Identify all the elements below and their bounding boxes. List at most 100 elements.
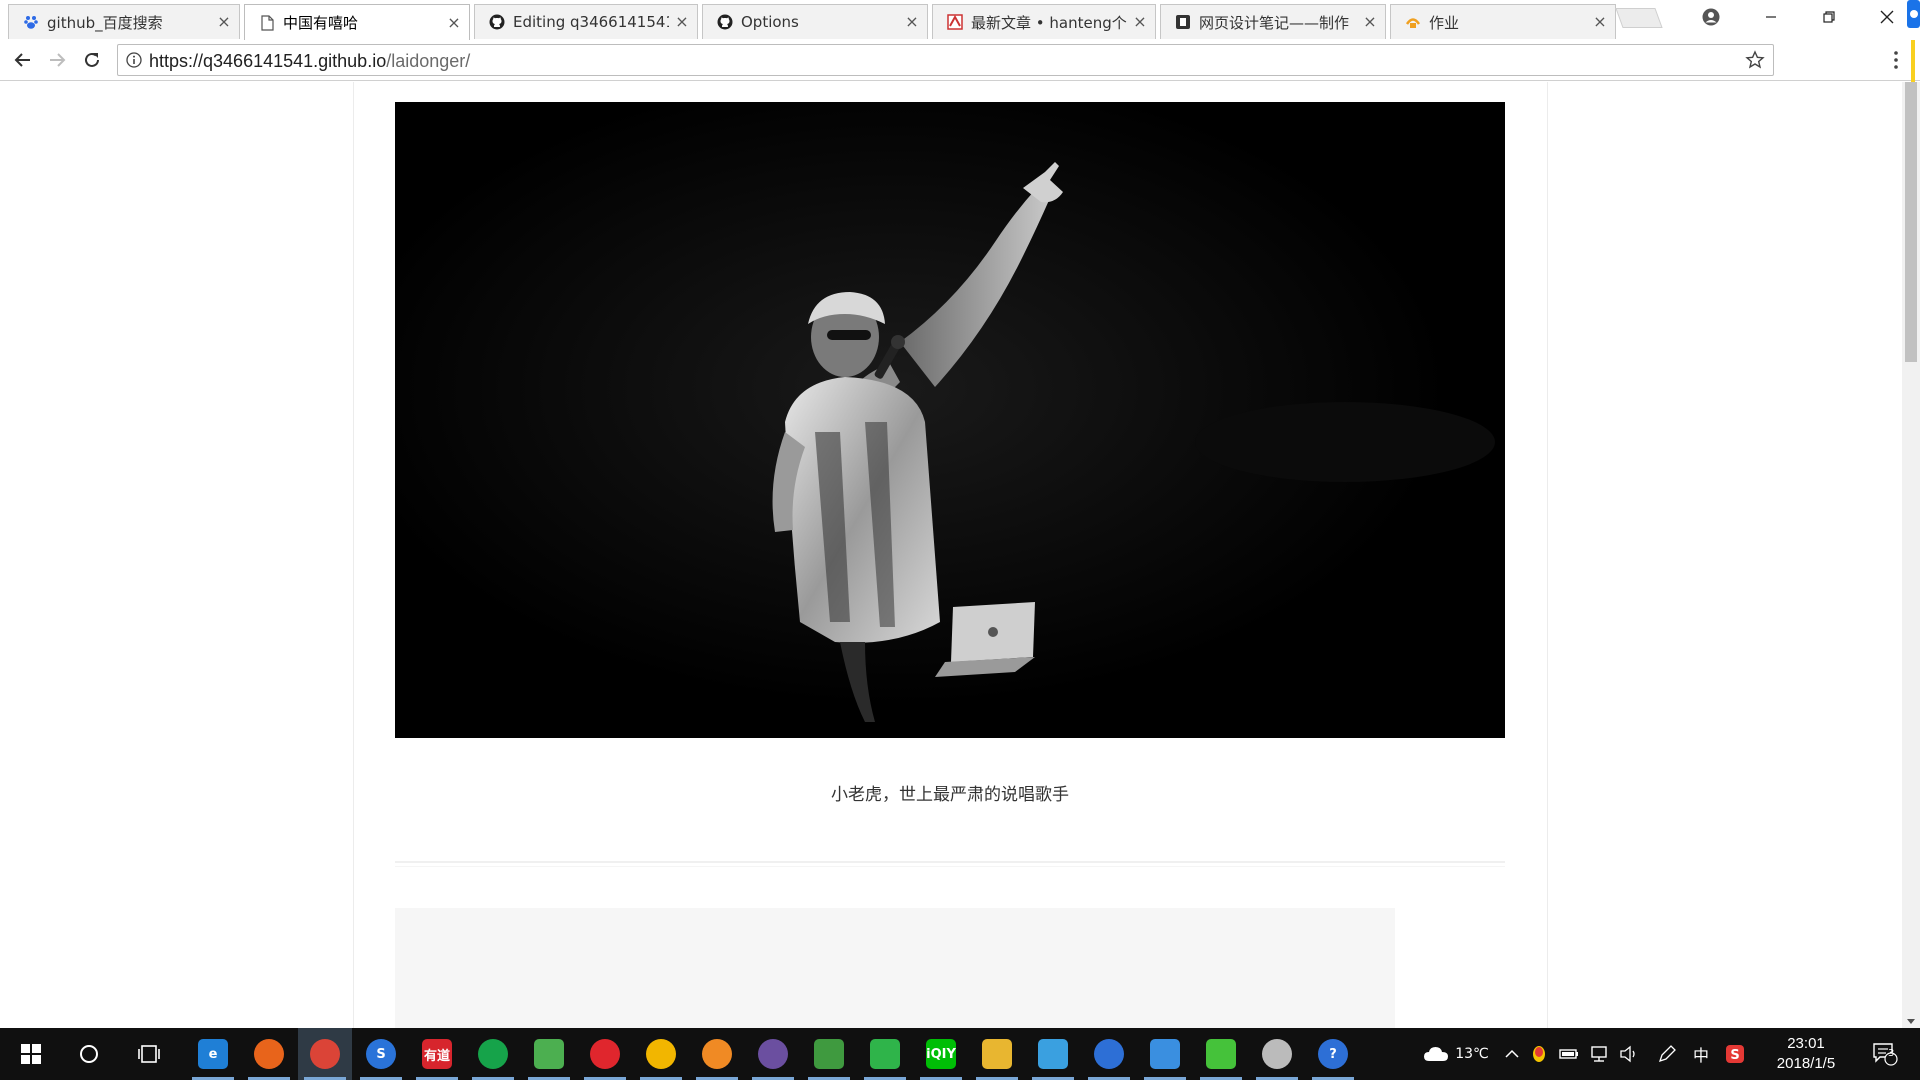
close-icon[interactable]: ×	[1133, 14, 1147, 30]
taskbar-app-360-safe[interactable]	[466, 1028, 520, 1080]
show-hidden-icons-button[interactable]	[1500, 1028, 1524, 1080]
tab-title: github_百度搜索	[47, 13, 163, 32]
system-clock[interactable]: 23:01 2018/1/5	[1762, 1034, 1850, 1074]
taskbar-app-notepad-green[interactable]	[802, 1028, 856, 1080]
netease-music-icon	[590, 1039, 620, 1069]
qq-penguin-icon	[1533, 1046, 1545, 1062]
taskbar-app-sogou-input[interactable]	[1082, 1028, 1136, 1080]
network-tray-button[interactable]	[1586, 1028, 1612, 1080]
close-icon[interactable]: ×	[1363, 14, 1377, 30]
edge-icon: e	[198, 1039, 228, 1069]
taskbar-app-github-desktop[interactable]	[746, 1028, 800, 1080]
pen-icon	[1658, 1045, 1676, 1063]
notification-count: 3	[1888, 1048, 1895, 1059]
action-center-button[interactable]: 3	[1860, 1028, 1910, 1080]
weather-widget[interactable]: 13℃	[1420, 1028, 1492, 1080]
tab-china-hiphop[interactable]: 中国有嘻哈 ×	[244, 4, 470, 40]
tab-hanteng-articles[interactable]: 最新文章 • hanteng个 ×	[932, 4, 1156, 39]
taskbar-app-map[interactable]	[522, 1028, 576, 1080]
weather-temperature: 13℃	[1455, 1046, 1489, 1062]
github-icon	[758, 1039, 788, 1069]
restore-button[interactable]	[1806, 0, 1852, 34]
sogou-ime-tray-button[interactable]: S	[1722, 1028, 1748, 1080]
taskbar-app-firefox[interactable]	[242, 1028, 296, 1080]
svg-text:S: S	[1730, 1048, 1739, 1063]
baidu-paw-icon	[23, 14, 39, 30]
taskbar-app-file-explorer[interactable]	[970, 1028, 1024, 1080]
info-icon[interactable]	[126, 52, 142, 68]
tab-webdesign-notes[interactable]: 网页设计笔记——制作 ×	[1160, 4, 1386, 39]
minimize-button[interactable]	[1748, 0, 1794, 34]
firefox-icon	[254, 1039, 284, 1069]
taskbar-app-wechat[interactable]	[1194, 1028, 1248, 1080]
tab-editing-github[interactable]: Editing q3466141541 ×	[474, 4, 698, 39]
search-button[interactable]	[62, 1028, 116, 1080]
close-icon[interactable]: ×	[905, 14, 919, 30]
taskbar-app-baidu-netdisk[interactable]	[1138, 1028, 1192, 1080]
taskbar-app-kugou[interactable]	[634, 1028, 688, 1080]
taskbar-app-snowflake-app[interactable]	[1026, 1028, 1080, 1080]
start-button[interactable]	[4, 1028, 58, 1080]
profile-button[interactable]	[1688, 0, 1734, 34]
close-icon[interactable]: ×	[447, 14, 461, 30]
new-tab-button[interactable]	[1615, 8, 1663, 28]
tab-homework[interactable]: 作业 ×	[1390, 4, 1616, 39]
bookmark-star-icon[interactable]	[1745, 50, 1765, 70]
reload-button[interactable]	[77, 45, 107, 75]
tab-baidu-search[interactable]: github_百度搜索 ×	[8, 4, 240, 39]
vertical-scrollbar[interactable]	[1902, 82, 1920, 1028]
taskbar-app-globe-app[interactable]	[1250, 1028, 1304, 1080]
taskbar-app-youdao[interactable]: 有道	[410, 1028, 464, 1080]
qq-tray-button[interactable]	[1526, 1028, 1552, 1080]
taskbar-app-netease-music[interactable]	[578, 1028, 632, 1080]
menu-dots-icon[interactable]	[1893, 50, 1899, 70]
scrollbar-thumb[interactable]	[1905, 82, 1917, 362]
sogou-s-icon: S	[366, 1039, 396, 1069]
tab-title: 中国有嘻哈	[283, 14, 359, 32]
divider	[395, 861, 1505, 863]
taskbar-app-app-orange[interactable]	[690, 1028, 744, 1080]
photo-caption: 小老虎，世上最严肃的说唱歌手	[831, 785, 1069, 805]
reload-icon	[85, 52, 99, 67]
cortana-circle-icon	[80, 1045, 98, 1063]
taskbar-app-help[interactable]: ?	[1306, 1028, 1360, 1080]
address-bar[interactable]: https://q3466141541.github.io/laidonger/	[117, 44, 1774, 76]
taskbar-app-iqiyi[interactable]: iQIY	[914, 1028, 968, 1080]
chevron-up-icon	[1505, 1049, 1519, 1058]
close-icon[interactable]: ×	[675, 14, 689, 30]
task-view-button[interactable]	[122, 1028, 176, 1080]
close-window-button[interactable]	[1864, 0, 1910, 34]
network-icon	[1591, 1046, 1607, 1062]
sogou-s-icon: S	[1726, 1045, 1744, 1063]
close-icon[interactable]: ×	[1593, 14, 1607, 30]
taskbar-app-evernote-like[interactable]	[858, 1028, 912, 1080]
forward-button[interactable]	[42, 45, 72, 75]
homework-icon	[1405, 14, 1421, 30]
taskbar-app-chrome[interactable]	[298, 1028, 352, 1080]
wechat-icon	[1206, 1039, 1236, 1069]
clock-date: 2018/1/5	[1776, 1055, 1836, 1072]
globe-icon	[1094, 1039, 1124, 1069]
ime-indicator[interactable]: 中	[1688, 1028, 1714, 1080]
tab-title: 作业	[1429, 13, 1460, 32]
folder-icon	[982, 1039, 1012, 1069]
forward-arrow-icon	[50, 53, 66, 67]
battery-tray-button[interactable]	[1556, 1028, 1582, 1080]
taskbar-app-sogou-browser[interactable]: S	[354, 1028, 408, 1080]
scroll-down-arrow-icon[interactable]	[1907, 1019, 1915, 1024]
divider	[395, 866, 1505, 867]
browser-toolbar: https://q3466141541.github.io/laidonger/	[0, 39, 1920, 81]
notepad-icon	[814, 1039, 844, 1069]
close-icon[interactable]: ×	[217, 14, 231, 30]
tab-title: 最新文章 • hanteng个	[971, 13, 1127, 32]
taskbar-app-edge[interactable]: e	[186, 1028, 240, 1080]
cloud-icon	[1424, 1047, 1449, 1061]
pen-tray-button[interactable]	[1654, 1028, 1680, 1080]
back-button[interactable]	[8, 45, 38, 75]
tab-options[interactable]: Options ×	[702, 4, 928, 39]
content-column-right-border	[1547, 82, 1548, 1028]
volume-tray-button[interactable]	[1616, 1028, 1642, 1080]
orange-circle-icon	[702, 1039, 732, 1069]
iqiyi-icon: iQIY	[926, 1039, 956, 1069]
url-text[interactable]: https://q3466141541.github.io/laidonger/	[149, 51, 470, 72]
